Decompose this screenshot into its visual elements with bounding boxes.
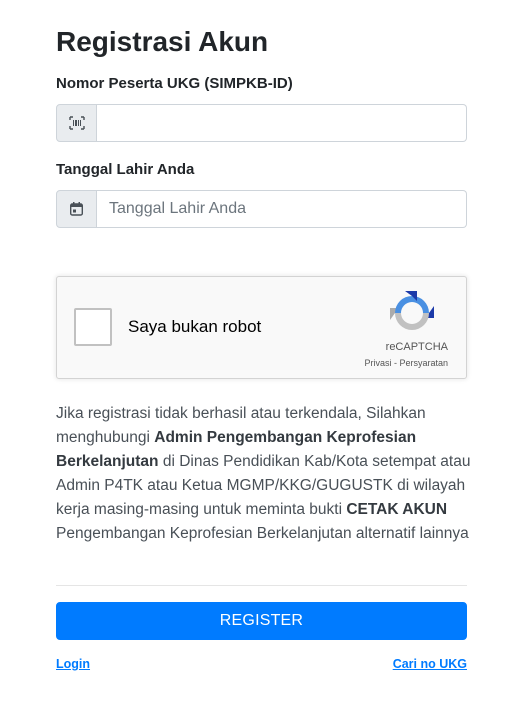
barcode-icon: [56, 104, 97, 142]
recaptcha-terms-link[interactable]: Persyaratan: [399, 358, 448, 368]
recaptcha-links: Privasi - Persyaratan: [364, 357, 448, 369]
info-bold-cetak: CETAK AKUN: [346, 501, 448, 518]
tanggal-lahir-group: [56, 190, 467, 228]
register-button[interactable]: REGISTER: [56, 602, 467, 640]
nomor-peserta-input[interactable]: [97, 104, 467, 142]
login-link[interactable]: Login: [56, 657, 90, 671]
info-part-3: Pengembangan Keprofesian Berkelanjutan a…: [56, 525, 469, 542]
recaptcha-checkbox[interactable]: [74, 308, 112, 346]
nomor-peserta-group: [56, 104, 467, 142]
page-title: Registrasi Akun: [56, 26, 269, 57]
tanggal-lahir-label: Tanggal Lahir Anda: [56, 161, 195, 178]
recaptcha-label: Saya bukan robot: [128, 317, 262, 336]
calendar-icon: [56, 190, 97, 228]
recaptcha-brand: reCAPTCHA: [385, 341, 448, 353]
recaptcha-widget: Saya bukan robot reCAPTCHA Privasi - Per…: [56, 276, 467, 379]
registration-page: Registrasi Akun Nomor Peserta UKG (SIMPK…: [0, 0, 523, 709]
recaptcha-privacy-link[interactable]: Privasi: [364, 358, 391, 368]
nomor-peserta-label: Nomor Peserta UKG (SIMPKB-ID): [56, 75, 293, 92]
recaptcha-logo-icon: [390, 291, 434, 330]
tanggal-lahir-input[interactable]: [97, 190, 467, 228]
divider: [56, 585, 467, 586]
cari-no-ukg-link[interactable]: Cari no UKG: [393, 657, 467, 671]
info-text: Jika registrasi tidak berhasil atau terk…: [56, 402, 471, 546]
